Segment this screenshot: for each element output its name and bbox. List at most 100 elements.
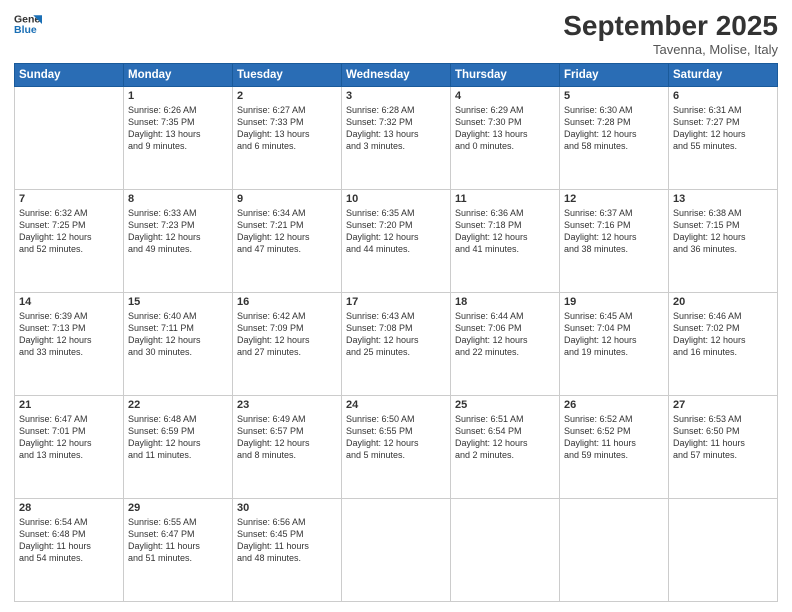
- header-wednesday: Wednesday: [342, 64, 451, 87]
- day-number: 19: [564, 296, 664, 308]
- calendar-table: Sunday Monday Tuesday Wednesday Thursday…: [14, 63, 778, 602]
- table-row: 22 Sunrise: 6:48 AM Sunset: 6:59 PM Dayli…: [124, 396, 233, 499]
- day-number: 28: [19, 502, 119, 514]
- day-info: Sunrise: 6:44 AM Sunset: 7:06 PM Dayligh…: [455, 310, 555, 359]
- day-info: Sunrise: 6:54 AM Sunset: 6:48 PM Dayligh…: [19, 516, 119, 565]
- header-tuesday: Tuesday: [233, 64, 342, 87]
- table-row: 24Sunrise: 6:50 AM Sunset: 6:55 PM Dayli…: [342, 396, 451, 499]
- day-info: Sunrise: 6:35 AM Sunset: 7:20 PM Dayligh…: [346, 207, 446, 256]
- table-row: 2 Sunrise: 6:27 AM Sunset: 7:33 PM Daylig…: [233, 87, 342, 190]
- table-row: 20Sunrise: 6:46 AM Sunset: 7:02 PM Dayli…: [669, 293, 778, 396]
- table-row: 13Sunrise: 6:38 AM Sunset: 7:15 PM Dayli…: [669, 190, 778, 293]
- day-info: Sunrise: 6:38 AM Sunset: 7:15 PM Dayligh…: [673, 207, 773, 256]
- day-info: Sunrise: 6:51 AM Sunset: 6:54 PM Dayligh…: [455, 413, 555, 462]
- table-row: 28 Sunrise: 6:54 AM Sunset: 6:48 PM Dayli…: [15, 499, 124, 602]
- day-number: 1: [128, 90, 228, 102]
- day-number: 21: [19, 399, 119, 411]
- table-row: 3Sunrise: 6:28 AM Sunset: 7:32 PM Daylig…: [342, 87, 451, 190]
- logo-icon: General Blue: [14, 10, 42, 38]
- day-number: 8: [128, 193, 228, 205]
- day-info: Sunrise: 6:40 AM Sunset: 7:11 PM Dayligh…: [128, 310, 228, 359]
- table-row: [451, 499, 560, 602]
- day-info: Sunrise: 6:27 AM Sunset: 7:33 PM Dayligh…: [237, 104, 337, 153]
- table-row: 12 Sunrise: 6:37 AM Sunset: 7:16 PM Dayli…: [560, 190, 669, 293]
- header-sunday: Sunday: [15, 64, 124, 87]
- title-area: September 2025 Tavenna, Molise, Italy: [563, 10, 778, 57]
- calendar-week-row: 1 Sunrise: 6:26 AM Sunset: 7:35 PM Daylig…: [15, 87, 778, 190]
- day-number: 16: [237, 296, 337, 308]
- day-info: Sunrise: 6:36 AM Sunset: 7:18 PM Dayligh…: [455, 207, 555, 256]
- day-info: Sunrise: 6:33 AM Sunset: 7:23 PM Dayligh…: [128, 207, 228, 256]
- day-info: Sunrise: 6:34 AM Sunset: 7:21 PM Dayligh…: [237, 207, 337, 256]
- day-info: Sunrise: 6:45 AM Sunset: 7:04 PM Dayligh…: [564, 310, 664, 359]
- table-row: 23 Sunrise: 6:49 AM Sunset: 6:57 PM Dayli…: [233, 396, 342, 499]
- day-number: 20: [673, 296, 773, 308]
- day-info: Sunrise: 6:52 AM Sunset: 6:52 PM Dayligh…: [564, 413, 664, 462]
- table-row: 21 Sunrise: 6:47 AM Sunset: 7:01 PM Dayli…: [15, 396, 124, 499]
- table-row: [342, 499, 451, 602]
- table-row: 27 Sunrise: 6:53 AM Sunset: 6:50 PM Dayli…: [669, 396, 778, 499]
- day-number: 22: [128, 399, 228, 411]
- logo: General Blue: [14, 10, 42, 38]
- calendar-week-row: 28 Sunrise: 6:54 AM Sunset: 6:48 PM Dayli…: [15, 499, 778, 602]
- table-row: 29Sunrise: 6:55 AM Sunset: 6:47 PM Dayli…: [124, 499, 233, 602]
- day-number: 3: [346, 90, 446, 102]
- location-subtitle: Tavenna, Molise, Italy: [563, 42, 778, 57]
- day-info: Sunrise: 6:39 AM Sunset: 7:13 PM Dayligh…: [19, 310, 119, 359]
- svg-text:Blue: Blue: [14, 24, 37, 36]
- day-number: 12: [564, 193, 664, 205]
- day-number: 23: [237, 399, 337, 411]
- day-number: 14: [19, 296, 119, 308]
- table-row: 30 Sunrise: 6:56 AM Sunset: 6:45 PM Dayli…: [233, 499, 342, 602]
- calendar-header-row: Sunday Monday Tuesday Wednesday Thursday…: [15, 64, 778, 87]
- calendar-week-row: 14 Sunrise: 6:39 AM Sunset: 7:13 PM Dayli…: [15, 293, 778, 396]
- day-number: 15: [128, 296, 228, 308]
- day-info: Sunrise: 6:26 AM Sunset: 7:35 PM Dayligh…: [128, 104, 228, 153]
- day-number: 11: [455, 193, 555, 205]
- table-row: 18 Sunrise: 6:44 AM Sunset: 7:06 PM Dayli…: [451, 293, 560, 396]
- day-number: 7: [19, 193, 119, 205]
- day-number: 2: [237, 90, 337, 102]
- day-number: 5: [564, 90, 664, 102]
- table-row: [669, 499, 778, 602]
- day-number: 18: [455, 296, 555, 308]
- day-number: 6: [673, 90, 773, 102]
- page: General Blue September 2025 Tavenna, Mol…: [0, 0, 792, 612]
- day-info: Sunrise: 6:55 AM Sunset: 6:47 PM Dayligh…: [128, 516, 228, 565]
- calendar-week-row: 7 Sunrise: 6:32 AM Sunset: 7:25 PM Daylig…: [15, 190, 778, 293]
- day-info: Sunrise: 6:43 AM Sunset: 7:08 PM Dayligh…: [346, 310, 446, 359]
- day-info: Sunrise: 6:48 AM Sunset: 6:59 PM Dayligh…: [128, 413, 228, 462]
- table-row: 19 Sunrise: 6:45 AM Sunset: 7:04 PM Dayli…: [560, 293, 669, 396]
- day-number: 26: [564, 399, 664, 411]
- day-number: 30: [237, 502, 337, 514]
- table-row: 5Sunrise: 6:30 AM Sunset: 7:28 PM Daylig…: [560, 87, 669, 190]
- table-row: 25Sunrise: 6:51 AM Sunset: 6:54 PM Dayli…: [451, 396, 560, 499]
- header-saturday: Saturday: [669, 64, 778, 87]
- month-title: September 2025: [563, 10, 778, 42]
- day-info: Sunrise: 6:50 AM Sunset: 6:55 PM Dayligh…: [346, 413, 446, 462]
- day-info: Sunrise: 6:31 AM Sunset: 7:27 PM Dayligh…: [673, 104, 773, 153]
- day-number: 4: [455, 90, 555, 102]
- day-number: 27: [673, 399, 773, 411]
- table-row: 1 Sunrise: 6:26 AM Sunset: 7:35 PM Daylig…: [124, 87, 233, 190]
- day-info: Sunrise: 6:47 AM Sunset: 7:01 PM Dayligh…: [19, 413, 119, 462]
- header: General Blue September 2025 Tavenna, Mol…: [14, 10, 778, 57]
- table-row: [560, 499, 669, 602]
- day-info: Sunrise: 6:42 AM Sunset: 7:09 PM Dayligh…: [237, 310, 337, 359]
- header-friday: Friday: [560, 64, 669, 87]
- day-number: 17: [346, 296, 446, 308]
- table-row: [15, 87, 124, 190]
- day-info: Sunrise: 6:56 AM Sunset: 6:45 PM Dayligh…: [237, 516, 337, 565]
- day-number: 10: [346, 193, 446, 205]
- day-info: Sunrise: 6:32 AM Sunset: 7:25 PM Dayligh…: [19, 207, 119, 256]
- table-row: 6 Sunrise: 6:31 AM Sunset: 7:27 PM Daylig…: [669, 87, 778, 190]
- day-info: Sunrise: 6:29 AM Sunset: 7:30 PM Dayligh…: [455, 104, 555, 153]
- header-monday: Monday: [124, 64, 233, 87]
- day-info: Sunrise: 6:37 AM Sunset: 7:16 PM Dayligh…: [564, 207, 664, 256]
- header-thursday: Thursday: [451, 64, 560, 87]
- day-info: Sunrise: 6:53 AM Sunset: 6:50 PM Dayligh…: [673, 413, 773, 462]
- calendar-week-row: 21 Sunrise: 6:47 AM Sunset: 7:01 PM Dayli…: [15, 396, 778, 499]
- table-row: 14 Sunrise: 6:39 AM Sunset: 7:13 PM Dayli…: [15, 293, 124, 396]
- day-info: Sunrise: 6:49 AM Sunset: 6:57 PM Dayligh…: [237, 413, 337, 462]
- table-row: 26 Sunrise: 6:52 AM Sunset: 6:52 PM Dayli…: [560, 396, 669, 499]
